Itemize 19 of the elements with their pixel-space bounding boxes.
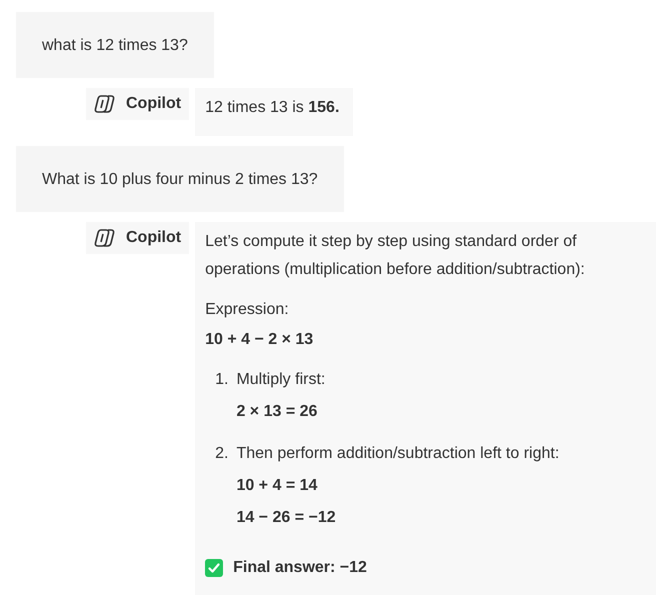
equation-text: 2 × 13 = 26 bbox=[236, 402, 318, 422]
step-number: 1. bbox=[215, 370, 228, 390]
final-answer-text: Final answer: −12 bbox=[233, 558, 367, 578]
step-text: Multiply first: bbox=[236, 370, 326, 390]
equation-text: 14 − 26 = −12 bbox=[236, 508, 337, 528]
step-text: Then perform addition/subtraction left to right: bbox=[236, 444, 560, 464]
equation-text: 10 + 4 = 14 bbox=[236, 476, 318, 496]
user-message-bubble: What is 10 plus four minus 2 times 13? bbox=[16, 146, 344, 212]
expression-label: Expression: bbox=[205, 300, 290, 320]
user-message-bubble: what is 12 times 13? bbox=[16, 12, 214, 78]
copilot-logo-icon bbox=[94, 228, 116, 248]
sender-name: Copilot bbox=[126, 229, 182, 247]
sender-name: Copilot bbox=[126, 95, 182, 113]
expression-text: 10 + 4 − 2 × 13 bbox=[205, 330, 314, 350]
message-text: Let’s compute it step by step using standard order of operations (multiplication before addition/subtraction): bbox=[205, 232, 586, 280]
copilot-logo-icon bbox=[94, 94, 116, 114]
message-text: 12 times 13 is 156. bbox=[205, 98, 340, 118]
step-number: 2. bbox=[215, 444, 228, 464]
check-mark-icon bbox=[205, 559, 224, 577]
